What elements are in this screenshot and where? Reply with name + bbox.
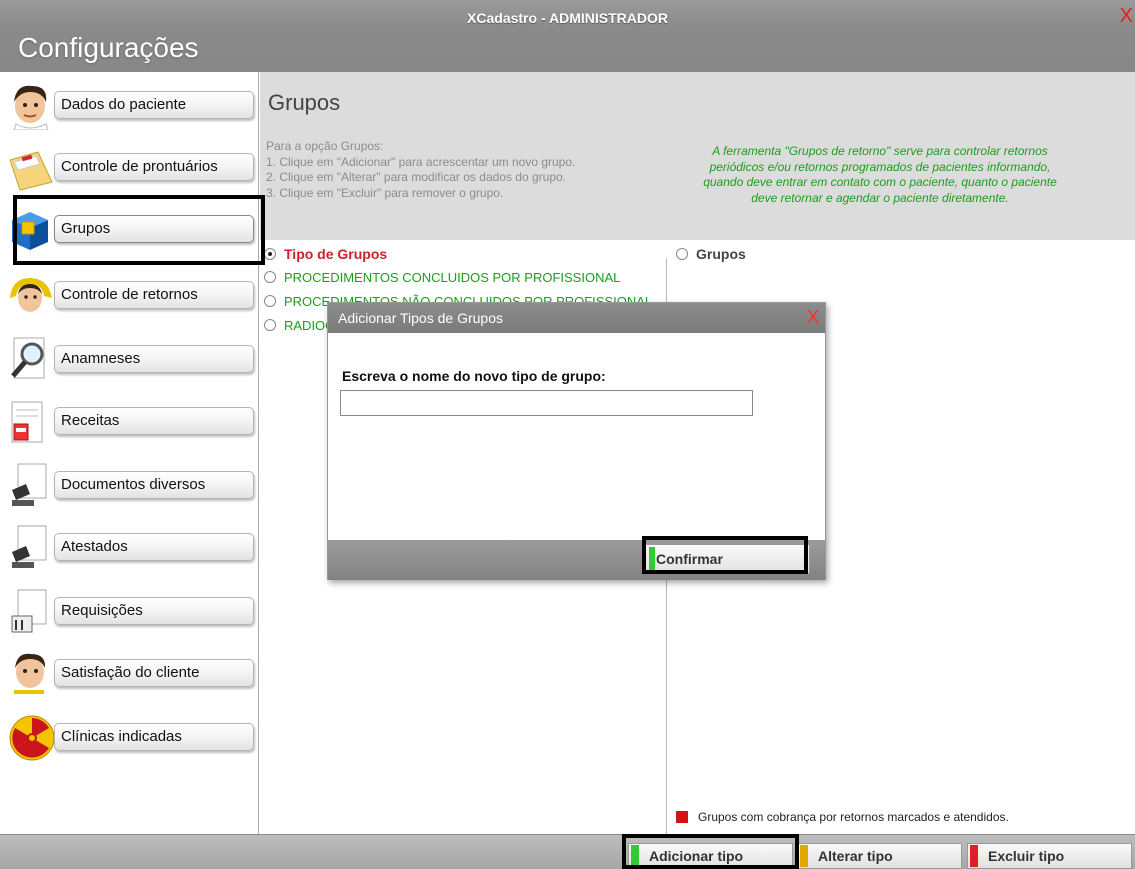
instruction-line: Para a opção Grupos:: [266, 139, 384, 153]
sidebar-item-label[interactable]: Controle de retornos: [54, 281, 254, 309]
sidebar-item-grupos[interactable]: Grupos: [0, 198, 259, 260]
info-line: periódicos e/ou retornos programados de …: [709, 159, 1051, 174]
stamp-icon: [12, 525, 47, 568]
requisition-icon: [11, 589, 47, 633]
sidebar-item-label[interactable]: Documentos diversos: [54, 471, 254, 499]
sidebar-item-label[interactable]: Receitas: [54, 407, 254, 435]
radio-icon[interactable]: [676, 248, 688, 260]
info-text: A ferramenta "Grupos de retorno" serve p…: [658, 144, 1102, 206]
red-bar-icon: [970, 845, 978, 867]
group-type-name-label: Escreva o nome do novo tipo de grupo:: [342, 368, 606, 384]
sidebar-item-requisicoes[interactable]: Requisições: [0, 580, 259, 642]
yellow-bar-icon: [800, 845, 808, 867]
doctor-face-icon: [14, 653, 46, 694]
delete-type-label: Excluir tipo: [988, 848, 1065, 864]
sidebar-item-satisfacao-do-cliente[interactable]: Satisfação do cliente: [0, 642, 259, 704]
doctor-return-icon: [10, 278, 52, 312]
add-group-type-dialog: Adicionar Tipos de Grupos X Escreva o no…: [327, 302, 826, 580]
edit-type-label: Alterar tipo: [818, 848, 893, 864]
grupos-label: Grupos: [696, 246, 746, 262]
sidebar-item-receitas[interactable]: Receitas: [0, 390, 259, 452]
sidebar-item-clinicas-indicadas[interactable]: Clínicas indicadas: [0, 706, 259, 768]
instruction-line: 3. Clique em "Excluir" para remover o gr…: [266, 185, 504, 200]
dialog-close-icon[interactable]: X: [807, 308, 819, 326]
magnifier-icon: [11, 337, 45, 379]
page-title: Grupos: [268, 90, 341, 115]
green-bar-icon: [631, 845, 639, 867]
section-title: Configurações: [18, 32, 199, 63]
stamp-icon: [12, 463, 47, 506]
dialog-title: Adicionar Tipos de Grupos: [328, 303, 825, 333]
doctor-face-icon: [13, 85, 49, 130]
prescription-icon: [11, 401, 43, 443]
sidebar-item-anamneses[interactable]: Anamneses: [0, 328, 259, 390]
confirm-label: Confirmar: [656, 551, 723, 567]
legend: Grupos com cobrança por retornos marcado…: [676, 810, 1009, 824]
footer-toolbar: Adicionar tipo Alterar tipo Excluir tipo: [0, 834, 1135, 869]
title-bar: XCadastro - ADMINISTRADOR X Configuraçõe…: [0, 0, 1135, 72]
sidebar-item-label[interactable]: Anamneses: [54, 345, 254, 373]
radio-icon[interactable]: [264, 319, 276, 331]
sidebar-item-controle-de-retornos[interactable]: Controle de retornos: [0, 264, 259, 326]
grupos-radio[interactable]: Grupos: [676, 246, 746, 262]
window-close-icon[interactable]: X: [1120, 6, 1133, 26]
info-line: A ferramenta "Grupos de retorno" serve p…: [712, 144, 1048, 158]
tipo-de-grupos-radio[interactable]: Tipo de Grupos: [264, 246, 387, 262]
radio-icon[interactable]: [264, 271, 276, 283]
radiation-icon: [9, 715, 54, 761]
folder-icon: [9, 151, 53, 191]
delete-type-button[interactable]: Excluir tipo: [967, 843, 1132, 869]
sidebar-item-label[interactable]: Controle de prontuários: [54, 153, 254, 181]
group-type-item[interactable]: PROCEDIMENTOS CONCLUIDOS POR PROFISSIONA…: [264, 270, 620, 285]
sidebar-item-label[interactable]: Grupos: [54, 215, 254, 243]
legend-swatch: [676, 811, 688, 823]
sidebar-item-label[interactable]: Satisfação do cliente: [54, 659, 254, 687]
info-line: deve retornar e agendar o paciente diret…: [751, 190, 1009, 205]
confirm-button[interactable]: Confirmar: [645, 544, 810, 574]
legend-label: Grupos com cobrança por retornos marcado…: [698, 810, 1009, 824]
sidebar-item-controle-de-prontuarios[interactable]: Controle de prontuários: [0, 136, 259, 198]
info-line: quando deve entrar em contato com o paci…: [703, 175, 1057, 189]
radio-icon[interactable]: [264, 295, 276, 307]
main-header: Grupos Para a opção Grupos: 1. Clique em…: [260, 72, 1135, 240]
sidebar-item-atestados[interactable]: Atestados: [0, 516, 259, 578]
radio-selected-icon[interactable]: [264, 248, 276, 260]
sidebar-item-label[interactable]: Dados do paciente: [54, 91, 254, 119]
group-type-label: PROCEDIMENTOS CONCLUIDOS POR PROFISSIONA…: [284, 270, 621, 285]
dialog-footer: Confirmar: [328, 540, 825, 580]
tipo-de-grupos-label: Tipo de Grupos: [284, 246, 388, 262]
sidebar-item-label[interactable]: Clínicas indicadas: [54, 723, 254, 751]
group-type-name-input[interactable]: [340, 390, 753, 416]
sidebar: Dados do paciente Controle de prontuário…: [0, 72, 259, 834]
window-title: XCadastro - ADMINISTRADOR: [467, 10, 668, 26]
instruction-line: 2. Clique em "Alterar" para modificar os…: [266, 170, 567, 184]
instruction-line: 1. Clique em "Adicionar" para acrescenta…: [266, 154, 576, 169]
cube-icon: [12, 212, 48, 250]
sidebar-item-label[interactable]: Requisições: [54, 597, 254, 625]
edit-type-button[interactable]: Alterar tipo: [797, 843, 962, 869]
instructions: Para a opção Grupos: 1. Clique em "Adici…: [266, 139, 575, 201]
add-type-button[interactable]: Adicionar tipo: [628, 843, 793, 869]
sidebar-item-documentos-diversos[interactable]: Documentos diversos: [0, 454, 259, 516]
green-bar-icon: [649, 547, 655, 571]
sidebar-item-dados-do-paciente[interactable]: Dados do paciente: [0, 74, 259, 136]
add-type-label: Adicionar tipo: [649, 848, 744, 864]
sidebar-item-label[interactable]: Atestados: [54, 533, 254, 561]
